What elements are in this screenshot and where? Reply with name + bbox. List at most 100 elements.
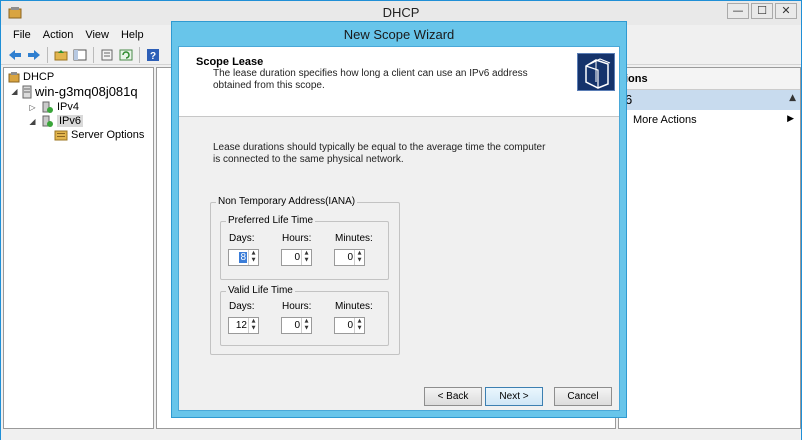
- actions-pane: ions 6 ▲ More Actions ▶: [618, 67, 801, 429]
- menu-view[interactable]: View: [79, 27, 115, 45]
- preferred-lifetime-label: Preferred Life Time: [226, 215, 316, 226]
- lease-info-text: Lease durations should typically be equa…: [213, 142, 546, 165]
- server-icon: [22, 85, 32, 98]
- window-title: DHCP: [382, 5, 420, 20]
- ipv4-icon: [42, 101, 53, 113]
- expand-arrow-icon[interactable]: ▷: [28, 103, 37, 112]
- spin-up-icon[interactable]: ▲: [249, 250, 258, 257]
- tree-item-server[interactable]: ◢ win-g3mq08j081q: [10, 84, 138, 99]
- spin-up-icon[interactable]: ▲: [302, 318, 311, 325]
- preferred-minutes-label: Minutes:: [335, 233, 373, 244]
- next-button[interactable]: Next >: [485, 387, 543, 406]
- back-button[interactable]: < Back: [424, 387, 482, 406]
- iana-group: Non Temporary Address(IANA) Preferred Li…: [210, 196, 400, 355]
- status-bar: [1, 431, 801, 440]
- cancel-button[interactable]: Cancel: [554, 387, 612, 406]
- console-tree: DHCP ◢ win-g3mq08j081q ▷ IPv4 ◢ IPv6 Ser…: [3, 67, 154, 429]
- spinner-arrows[interactable]: ▲ ▼: [301, 250, 311, 265]
- spinner-arrows[interactable]: ▲ ▼: [301, 318, 311, 333]
- valid-hours-value: 0: [294, 320, 300, 331]
- spin-down-icon[interactable]: ▼: [302, 257, 311, 264]
- tree-item-ipv4[interactable]: ▷ IPv4: [28, 100, 79, 114]
- tree-item-ipv6[interactable]: ◢ IPv6: [28, 114, 84, 128]
- help-icon[interactable]: ?: [145, 47, 161, 63]
- valid-days-label: Days:: [229, 301, 255, 312]
- spin-up-icon[interactable]: ▲: [249, 318, 258, 325]
- valid-days-spinner[interactable]: 12 ▲ ▼: [228, 317, 259, 334]
- window-controls: — ☐ ✕: [727, 3, 797, 19]
- wizard-page-title: Scope Lease: [196, 56, 264, 68]
- toolbar-separator: [139, 46, 140, 63]
- valid-lifetime-label: Valid Life Time: [226, 285, 295, 296]
- menu-file[interactable]: File: [7, 27, 37, 45]
- preferred-hours-value: 0: [294, 252, 300, 263]
- collapse-arrow-icon[interactable]: ◢: [28, 117, 37, 126]
- collapse-section-icon[interactable]: ▲: [789, 93, 796, 103]
- dhcp-icon: [8, 72, 20, 83]
- spinner-arrows[interactable]: ▲ ▼: [248, 250, 258, 265]
- maximize-button[interactable]: ☐: [751, 3, 773, 19]
- toolbar-separator: [93, 46, 94, 63]
- back-icon[interactable]: [7, 47, 23, 63]
- minimize-button[interactable]: —: [727, 3, 749, 19]
- actions-section-ipv6[interactable]: 6 ▲: [619, 90, 800, 110]
- preferred-hours-label: Hours:: [282, 233, 312, 244]
- tree-item-dhcp[interactable]: DHCP: [8, 71, 54, 83]
- tree-label-ipv4: IPv4: [57, 101, 80, 113]
- spin-down-icon[interactable]: ▼: [355, 325, 364, 332]
- tree-label-server-options: Server Options: [71, 129, 145, 141]
- ipv6-icon: [42, 115, 53, 127]
- valid-minutes-label: Minutes:: [335, 301, 373, 312]
- close-button[interactable]: ✕: [775, 3, 797, 19]
- tree-label-ipv6: IPv6: [57, 115, 84, 127]
- spin-down-icon[interactable]: ▼: [302, 325, 311, 332]
- submenu-arrow-icon: ▶: [787, 114, 794, 124]
- tree-item-server-options[interactable]: Server Options: [54, 129, 144, 141]
- menu-action[interactable]: Action: [37, 27, 80, 45]
- preferred-lifetime-group: Preferred Life Time Days: Hours: Minutes…: [220, 215, 389, 280]
- spin-down-icon[interactable]: ▼: [249, 325, 258, 332]
- spin-up-icon[interactable]: ▲: [355, 250, 364, 257]
- preferred-days-value: 8: [239, 252, 247, 263]
- preferred-days-label: Days:: [229, 233, 255, 244]
- spinner-arrows[interactable]: ▲ ▼: [354, 250, 364, 265]
- spin-up-icon[interactable]: ▲: [355, 318, 364, 325]
- iana-group-label: Non Temporary Address(IANA): [216, 196, 358, 207]
- valid-minutes-value: 0: [347, 320, 353, 331]
- spinner-arrows[interactable]: ▲ ▼: [354, 318, 364, 333]
- action-more-actions[interactable]: More Actions ▶: [619, 112, 800, 130]
- preferred-minutes-value: 0: [347, 252, 353, 263]
- toolbar-separator: [47, 46, 48, 63]
- wizard-page-description: The lease duration specifies how long a …: [213, 68, 528, 91]
- valid-hours-label: Hours:: [282, 301, 312, 312]
- refresh-icon[interactable]: [118, 47, 134, 63]
- new-scope-wizard-dialog: New Scope Wizard Scope Lease The lease d…: [171, 21, 627, 418]
- up-folder-icon[interactable]: [53, 47, 69, 63]
- tree-label-server: win-g3mq08j081q: [35, 84, 138, 99]
- more-actions-label: More Actions: [633, 114, 697, 126]
- preferred-hours-spinner[interactable]: 0 ▲ ▼: [281, 249, 312, 266]
- spin-up-icon[interactable]: ▲: [302, 250, 311, 257]
- collapse-arrow-icon[interactable]: ◢: [10, 87, 19, 96]
- wizard-body: Scope Lease The lease duration specifies…: [178, 46, 620, 411]
- spin-down-icon[interactable]: ▼: [249, 257, 258, 264]
- spin-down-icon[interactable]: ▼: [355, 257, 364, 264]
- show-tree-icon[interactable]: [72, 47, 88, 63]
- menu-help[interactable]: Help: [115, 27, 150, 45]
- actions-header: ions: [619, 68, 800, 90]
- preferred-minutes-spinner[interactable]: 0 ▲ ▼: [334, 249, 365, 266]
- valid-days-value: 12: [235, 320, 247, 331]
- forward-icon[interactable]: [26, 47, 42, 63]
- wizard-title: New Scope Wizard: [343, 27, 455, 42]
- valid-minutes-spinner[interactable]: 0 ▲ ▼: [334, 317, 365, 334]
- wizard-header: Scope Lease The lease duration specifies…: [179, 47, 619, 117]
- tree-label-dhcp: DHCP: [23, 71, 55, 83]
- preferred-days-spinner[interactable]: 8 ▲ ▼: [228, 249, 259, 266]
- svg-text:?: ?: [150, 51, 156, 62]
- properties-icon[interactable]: [99, 47, 115, 63]
- wizard-folders-icon: [577, 53, 615, 91]
- server-options-icon: [54, 130, 68, 141]
- spinner-arrows[interactable]: ▲ ▼: [248, 318, 258, 333]
- valid-lifetime-group: Valid Life Time Days: Hours: Minutes: 12…: [220, 285, 389, 346]
- valid-hours-spinner[interactable]: 0 ▲ ▼: [281, 317, 312, 334]
